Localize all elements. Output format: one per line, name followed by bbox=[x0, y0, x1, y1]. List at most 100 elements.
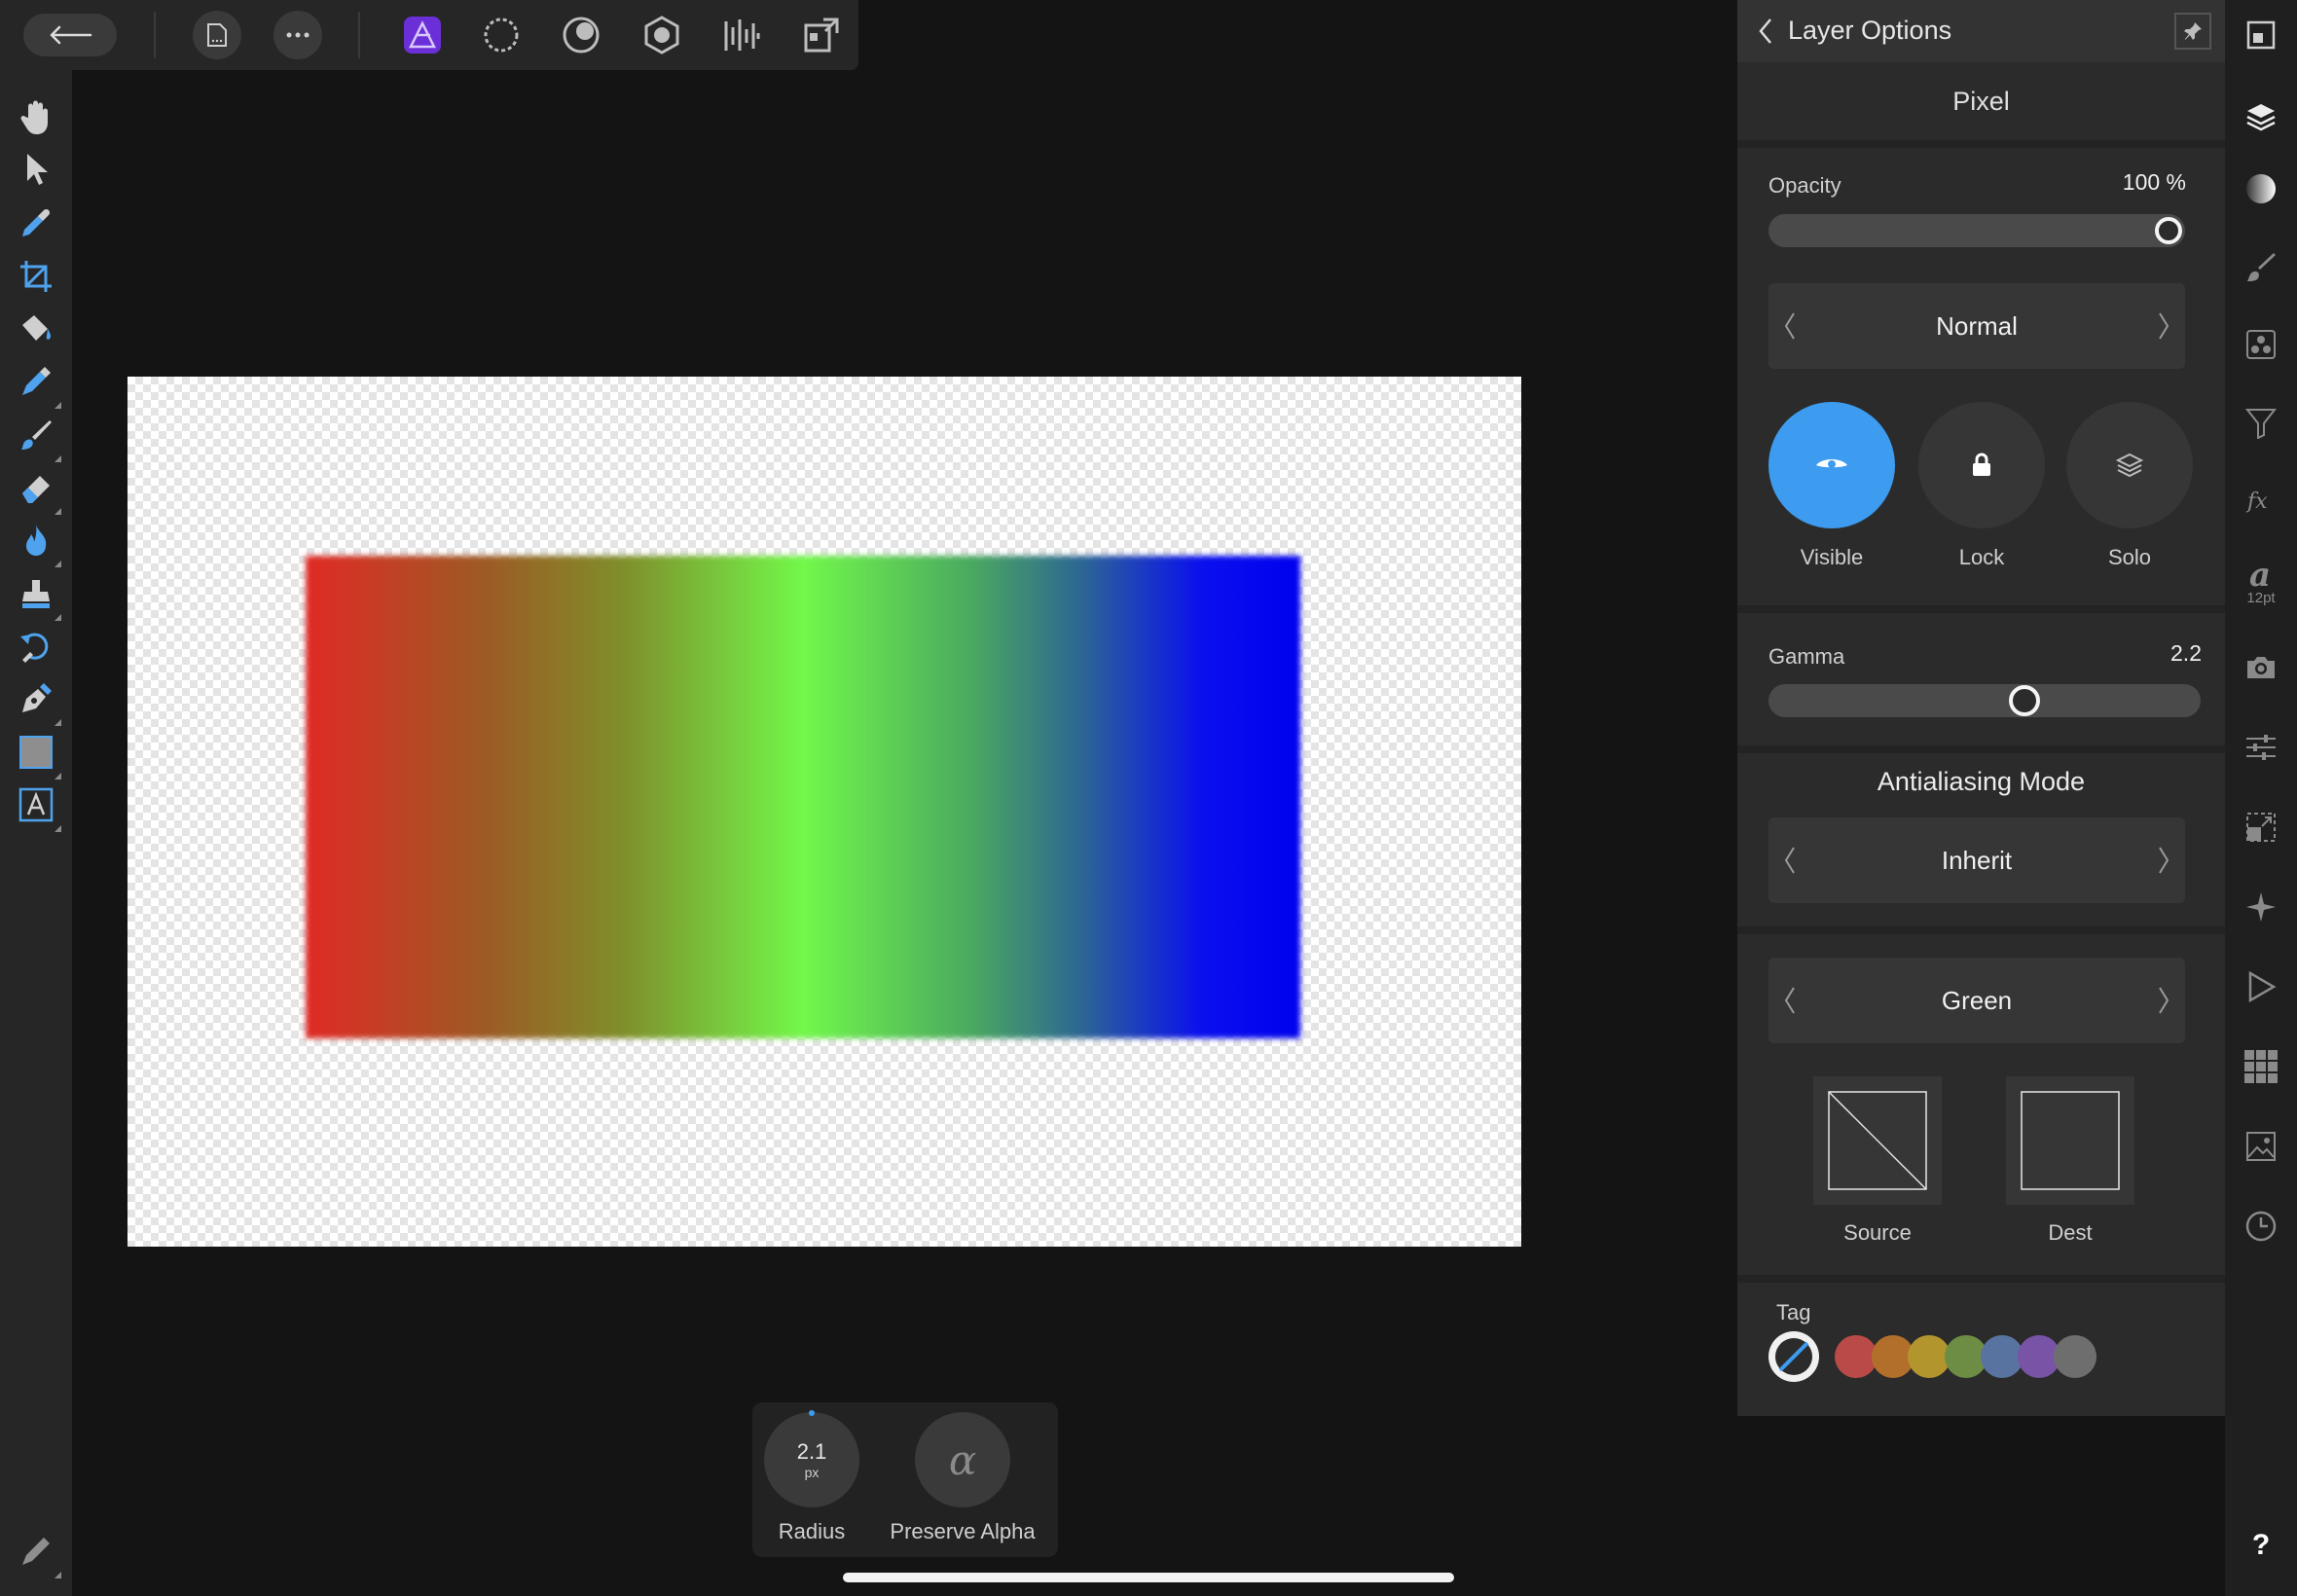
filters-studio-button[interactable] bbox=[2238, 399, 2284, 446]
chevron-right-icon bbox=[2159, 312, 2169, 340]
clone-tool[interactable] bbox=[13, 570, 61, 621]
layers-studio-button[interactable] bbox=[2238, 93, 2284, 140]
publisher-persona-button[interactable] bbox=[798, 12, 845, 58]
home-indicator[interactable] bbox=[843, 1573, 1454, 1582]
move-tool[interactable] bbox=[13, 146, 59, 193]
antialiasing-title: Antialiasing Mode bbox=[1877, 767, 2086, 796]
swatches-studio-button[interactable] bbox=[2238, 1043, 2284, 1090]
top-toolbar bbox=[0, 0, 858, 70]
channel-prev-button[interactable] bbox=[1768, 958, 1811, 1043]
stock-studio-button[interactable] bbox=[2238, 644, 2284, 691]
solo-label: Solo bbox=[2107, 545, 2152, 569]
history-studio-button[interactable] bbox=[2238, 1203, 2284, 1250]
blend-prev-button[interactable] bbox=[1768, 283, 1811, 369]
chevron-left-icon bbox=[1759, 18, 1771, 44]
antialias-next-button[interactable] bbox=[2142, 817, 2185, 903]
section-divider bbox=[1737, 605, 2225, 613]
visible-toggle[interactable] bbox=[1768, 402, 1895, 528]
more-button[interactable] bbox=[273, 11, 322, 59]
crop-tool[interactable] bbox=[13, 253, 59, 300]
dest-curve-icon bbox=[2021, 1091, 2120, 1190]
document-button[interactable] bbox=[193, 11, 241, 59]
compass-icon bbox=[2246, 892, 2276, 922]
antialiasing-selector[interactable]: Inherit bbox=[1768, 817, 2185, 903]
view-tool[interactable] bbox=[13, 93, 59, 140]
chevron-right-icon bbox=[2159, 987, 2169, 1014]
pin-button[interactable] bbox=[2174, 13, 2211, 50]
flood-fill-tool[interactable] bbox=[13, 306, 59, 352]
text-styles-studio-button[interactable]: a 12pt bbox=[2238, 550, 2284, 612]
paint-bucket-icon bbox=[22, 315, 52, 341]
pen-tool[interactable] bbox=[13, 675, 61, 726]
effects-studio-button[interactable]: fx bbox=[2238, 477, 2284, 524]
liquify-persona-button[interactable] bbox=[478, 12, 525, 58]
erase-brush-tool[interactable] bbox=[13, 464, 61, 515]
opacity-slider-thumb[interactable] bbox=[2155, 217, 2182, 244]
document-canvas[interactable] bbox=[128, 377, 1521, 1247]
paint-brush-tool[interactable] bbox=[13, 412, 61, 462]
tag-color-swatch[interactable] bbox=[2054, 1335, 2096, 1378]
camera-icon bbox=[2247, 657, 2275, 678]
toolbar-divider bbox=[154, 12, 156, 58]
brush-stroke-icon bbox=[2247, 253, 2276, 281]
lock-toggle[interactable] bbox=[1918, 402, 2045, 528]
macro-studio-button[interactable] bbox=[2238, 963, 2284, 1010]
brushes-studio-button[interactable] bbox=[2238, 243, 2284, 290]
tag-none-swatch[interactable] bbox=[1768, 1331, 1819, 1382]
tone-mapping-persona-button[interactable] bbox=[638, 12, 685, 58]
image-icon bbox=[2246, 1132, 2276, 1161]
sliders-icon bbox=[2246, 735, 2276, 760]
transform-studio-button[interactable] bbox=[2238, 804, 2284, 851]
opacity-slider[interactable] bbox=[1768, 214, 2185, 247]
help-button[interactable]: ? bbox=[2238, 1522, 2284, 1569]
navigator-compass-button[interactable] bbox=[2238, 884, 2284, 930]
develop-persona-button[interactable] bbox=[558, 12, 604, 58]
eyedropper-icon bbox=[22, 208, 51, 236]
blend-next-button[interactable] bbox=[2142, 283, 2185, 369]
transform-icon bbox=[2246, 813, 2276, 842]
eraser-icon bbox=[22, 476, 50, 503]
chevron-right-icon bbox=[2159, 847, 2169, 874]
adjustments-studio-button[interactable] bbox=[2238, 165, 2284, 212]
quick-menu-tool[interactable] bbox=[13, 1528, 61, 1578]
navigator-studio-button[interactable] bbox=[2238, 12, 2284, 58]
undo-brush-tool[interactable] bbox=[13, 623, 59, 670]
channel-next-button[interactable] bbox=[2142, 958, 2185, 1043]
color-picker-tool[interactable] bbox=[13, 200, 59, 246]
section-divider bbox=[1737, 926, 2225, 934]
layer-options-panel: Layer Options Pixel Opacity 100 % Normal… bbox=[1737, 0, 2225, 1416]
shape-tool[interactable] bbox=[13, 729, 61, 780]
eye-icon bbox=[1816, 459, 1847, 468]
radius-control[interactable]: 2.1 px bbox=[764, 1410, 859, 1507]
antialias-prev-button[interactable] bbox=[1768, 817, 1811, 903]
gamma-slider[interactable] bbox=[1768, 684, 2201, 717]
export-persona-button[interactable] bbox=[718, 12, 765, 58]
gradient-pixel-layer[interactable] bbox=[306, 556, 1300, 1038]
stamp-icon bbox=[22, 580, 50, 608]
blend-mode-selector[interactable]: Normal bbox=[1768, 283, 2185, 369]
gamma-value: 2.2 bbox=[2170, 640, 2202, 666]
radius-value: 2.1 bbox=[796, 1439, 827, 1464]
photo-persona-button[interactable] bbox=[399, 12, 446, 58]
dest-blend-range[interactable] bbox=[2006, 1076, 2134, 1205]
paintbrush-icon bbox=[21, 420, 52, 450]
preserve-alpha-toggle[interactable]: α bbox=[915, 1412, 1010, 1507]
selection-brush-icon bbox=[22, 367, 51, 395]
back-button[interactable] bbox=[23, 14, 117, 56]
text-tool[interactable] bbox=[13, 781, 61, 832]
text-tool-icon bbox=[18, 787, 54, 822]
gamma-slider-thumb[interactable] bbox=[2009, 685, 2040, 716]
channel-selector[interactable]: Green bbox=[1768, 958, 2185, 1043]
rectangle-shape-icon bbox=[19, 736, 53, 769]
sliders-studio-button[interactable] bbox=[2238, 724, 2284, 771]
channels-studio-button[interactable] bbox=[2238, 321, 2284, 368]
chevron-left-icon bbox=[1784, 847, 1795, 874]
play-icon bbox=[2248, 970, 2277, 1003]
solo-toggle[interactable] bbox=[2066, 402, 2193, 528]
panel-back-button[interactable] bbox=[1751, 14, 1780, 49]
dodge-burn-tool[interactable] bbox=[13, 517, 61, 567]
source-curve-icon bbox=[1828, 1091, 1927, 1190]
assets-studio-button[interactable] bbox=[2238, 1123, 2284, 1170]
source-blend-range[interactable] bbox=[1813, 1076, 1942, 1205]
selection-brush-tool[interactable] bbox=[13, 358, 61, 409]
